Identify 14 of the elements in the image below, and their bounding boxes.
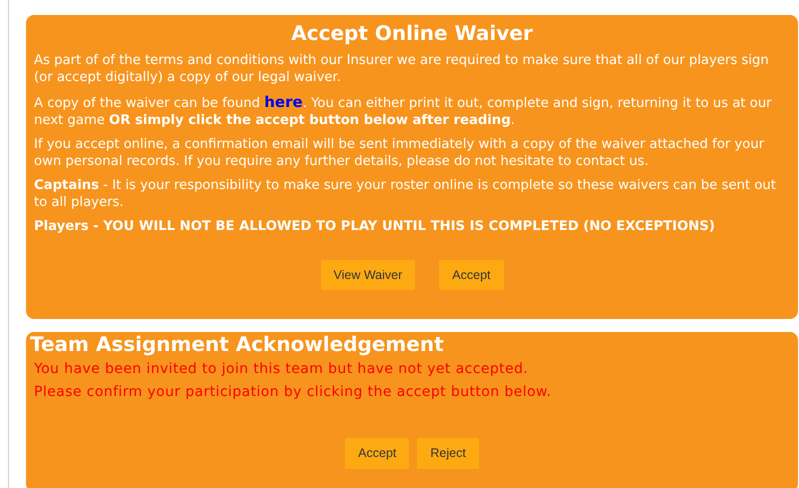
link[interactable]: here	[264, 93, 303, 111]
paragraph: Players - YOU WILL NOT BE ALLOWED TO PLAY UNTIL THIS IS COMPLETED (NO EXCEPTIONS)	[34, 219, 716, 236]
card-title: Accept Online Waiver	[290, 21, 534, 45]
paragraph: If you accept online, a confirmation email will be sent immediately with a copy of the waiver attached for your own personal records. If you require any further details, please do not hesitate to contact us.	[34, 137, 766, 170]
paragraph: A copy of the waiver can be found here. You can either print it out, complete and sign, returning it to us at our next game OR simply click the accept button below after reading.	[34, 94, 773, 129]
paragraph: Captains - It is your responsibility to make sure your roster online is complete so these waivers can be sent out to all players.	[34, 178, 777, 211]
action-button[interactable]: Accept	[439, 260, 504, 290]
notice-text: Please confirm your participation by clicking the accept button below.	[34, 383, 552, 402]
notice-text: You have been invited to join this team but have not yet accepted.	[34, 360, 530, 380]
card-title: Team Assignment Acknowledgement	[30, 332, 445, 356]
view-waiver-button[interactable]: View Waiver	[320, 260, 416, 290]
action-button[interactable]: Accept	[345, 438, 410, 469]
paragraph: As part of of the terms and conditions with our Insurer we are required to make sure that all of our players sign (or accept digitally) a copy of our legal waiver.	[34, 53, 770, 86]
action-button[interactable]: Reject	[417, 438, 479, 469]
